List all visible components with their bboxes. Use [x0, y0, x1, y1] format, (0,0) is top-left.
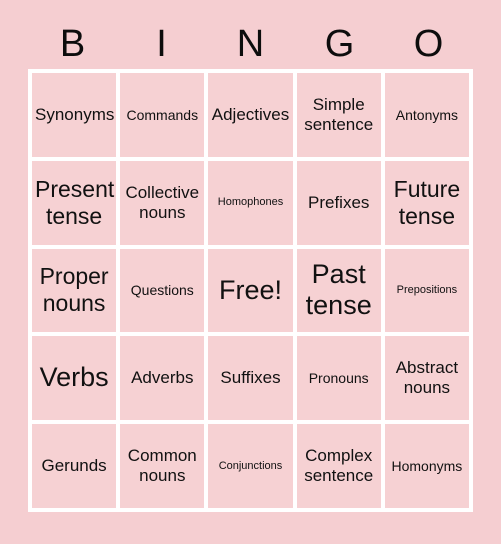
bingo-cell-label: Common nouns	[127, 446, 197, 486]
bingo-cell[interactable]: Homonyms	[384, 424, 469, 508]
bingo-cell[interactable]: Adverbs	[120, 336, 205, 421]
bingo-cell[interactable]: Commands	[120, 73, 205, 157]
bingo-cell[interactable]: Simple sentence	[296, 73, 381, 157]
bingo-cell-label: Adjectives	[211, 104, 290, 124]
bingo-cell-label: Present tense	[35, 175, 115, 229]
bingo-cell-label: Conjunctions	[218, 459, 283, 472]
bingo-cell-label: Adverbs	[131, 368, 194, 388]
bingo-card: B I N G O Synonyms Commands Adjectives S…	[0, 0, 501, 544]
header-letter-g-text: G	[324, 22, 355, 65]
header-letter-i-text: I	[156, 22, 167, 65]
header-letter-i: I	[117, 18, 206, 69]
bingo-cell-label: Gerunds	[41, 456, 107, 476]
header-letter-b-text: B	[59, 22, 86, 65]
bingo-cell-label: Prepositions	[396, 284, 458, 296]
bingo-cell-label: Simple sentence	[304, 94, 374, 134]
bingo-header: B I N G O	[28, 18, 473, 69]
bingo-cell[interactable]: Synonyms	[32, 73, 117, 157]
bingo-cell[interactable]: Homophones	[208, 160, 293, 245]
bingo-cell-label: Commands	[126, 106, 199, 123]
bingo-cell-label: Abstract nouns	[395, 358, 459, 398]
bingo-grid: Synonyms Commands Adjectives Simple sent…	[28, 69, 473, 512]
bingo-cell[interactable]: Pronouns	[296, 336, 381, 421]
bingo-free-cell[interactable]: Free!	[208, 248, 293, 333]
bingo-cell[interactable]: Abstract nouns	[384, 336, 469, 421]
header-letter-b: B	[28, 18, 117, 69]
bingo-cell-label: Collective nouns	[125, 182, 200, 222]
bingo-cell-label: Verbs	[39, 362, 109, 393]
bingo-cell[interactable]: Verbs	[32, 336, 117, 421]
bingo-cell[interactable]: Gerunds	[32, 424, 117, 508]
header-letter-n-text: N	[236, 22, 265, 65]
bingo-cell[interactable]: Collective nouns	[120, 160, 205, 245]
bingo-cell-label: Past tense	[305, 258, 372, 321]
bingo-cell[interactable]: Proper nouns	[32, 248, 117, 333]
bingo-cell-label: Homonyms	[391, 457, 463, 474]
header-letter-o: O	[384, 18, 473, 69]
bingo-cell[interactable]: Prepositions	[384, 248, 469, 333]
bingo-cell-label: Complex sentence	[304, 446, 374, 486]
bingo-cell-label: Future tense	[393, 175, 461, 229]
bingo-cell-label: Pronouns	[308, 370, 369, 387]
bingo-cell[interactable]: Suffixes	[208, 336, 293, 421]
bingo-cell[interactable]: Common nouns	[120, 424, 205, 508]
bingo-cell[interactable]: Present tense	[32, 160, 117, 245]
bingo-cell-label: Proper nouns	[39, 263, 109, 317]
bingo-free-cell-label: Free!	[218, 274, 282, 305]
bingo-cell-label: Questions	[130, 282, 194, 299]
bingo-cell-label: Synonyms	[35, 104, 115, 124]
bingo-cell[interactable]: Conjunctions	[208, 424, 293, 508]
bingo-cell-label: Antonyms	[395, 106, 459, 123]
bingo-cell[interactable]: Adjectives	[208, 73, 293, 157]
header-letter-n: N	[206, 18, 295, 69]
bingo-cell-label: Suffixes	[220, 368, 281, 388]
bingo-cell[interactable]: Complex sentence	[296, 424, 381, 508]
bingo-cell[interactable]: Future tense	[384, 160, 469, 245]
bingo-cell[interactable]: Antonyms	[384, 73, 469, 157]
bingo-cell[interactable]: Questions	[120, 248, 205, 333]
bingo-cell[interactable]: Prefixes	[296, 160, 381, 245]
header-letter-g: G	[295, 18, 384, 69]
bingo-cell-label: Prefixes	[307, 192, 370, 212]
bingo-cell[interactable]: Past tense	[296, 248, 381, 333]
bingo-cell-label: Homophones	[217, 196, 284, 209]
header-letter-o-text: O	[413, 22, 444, 65]
